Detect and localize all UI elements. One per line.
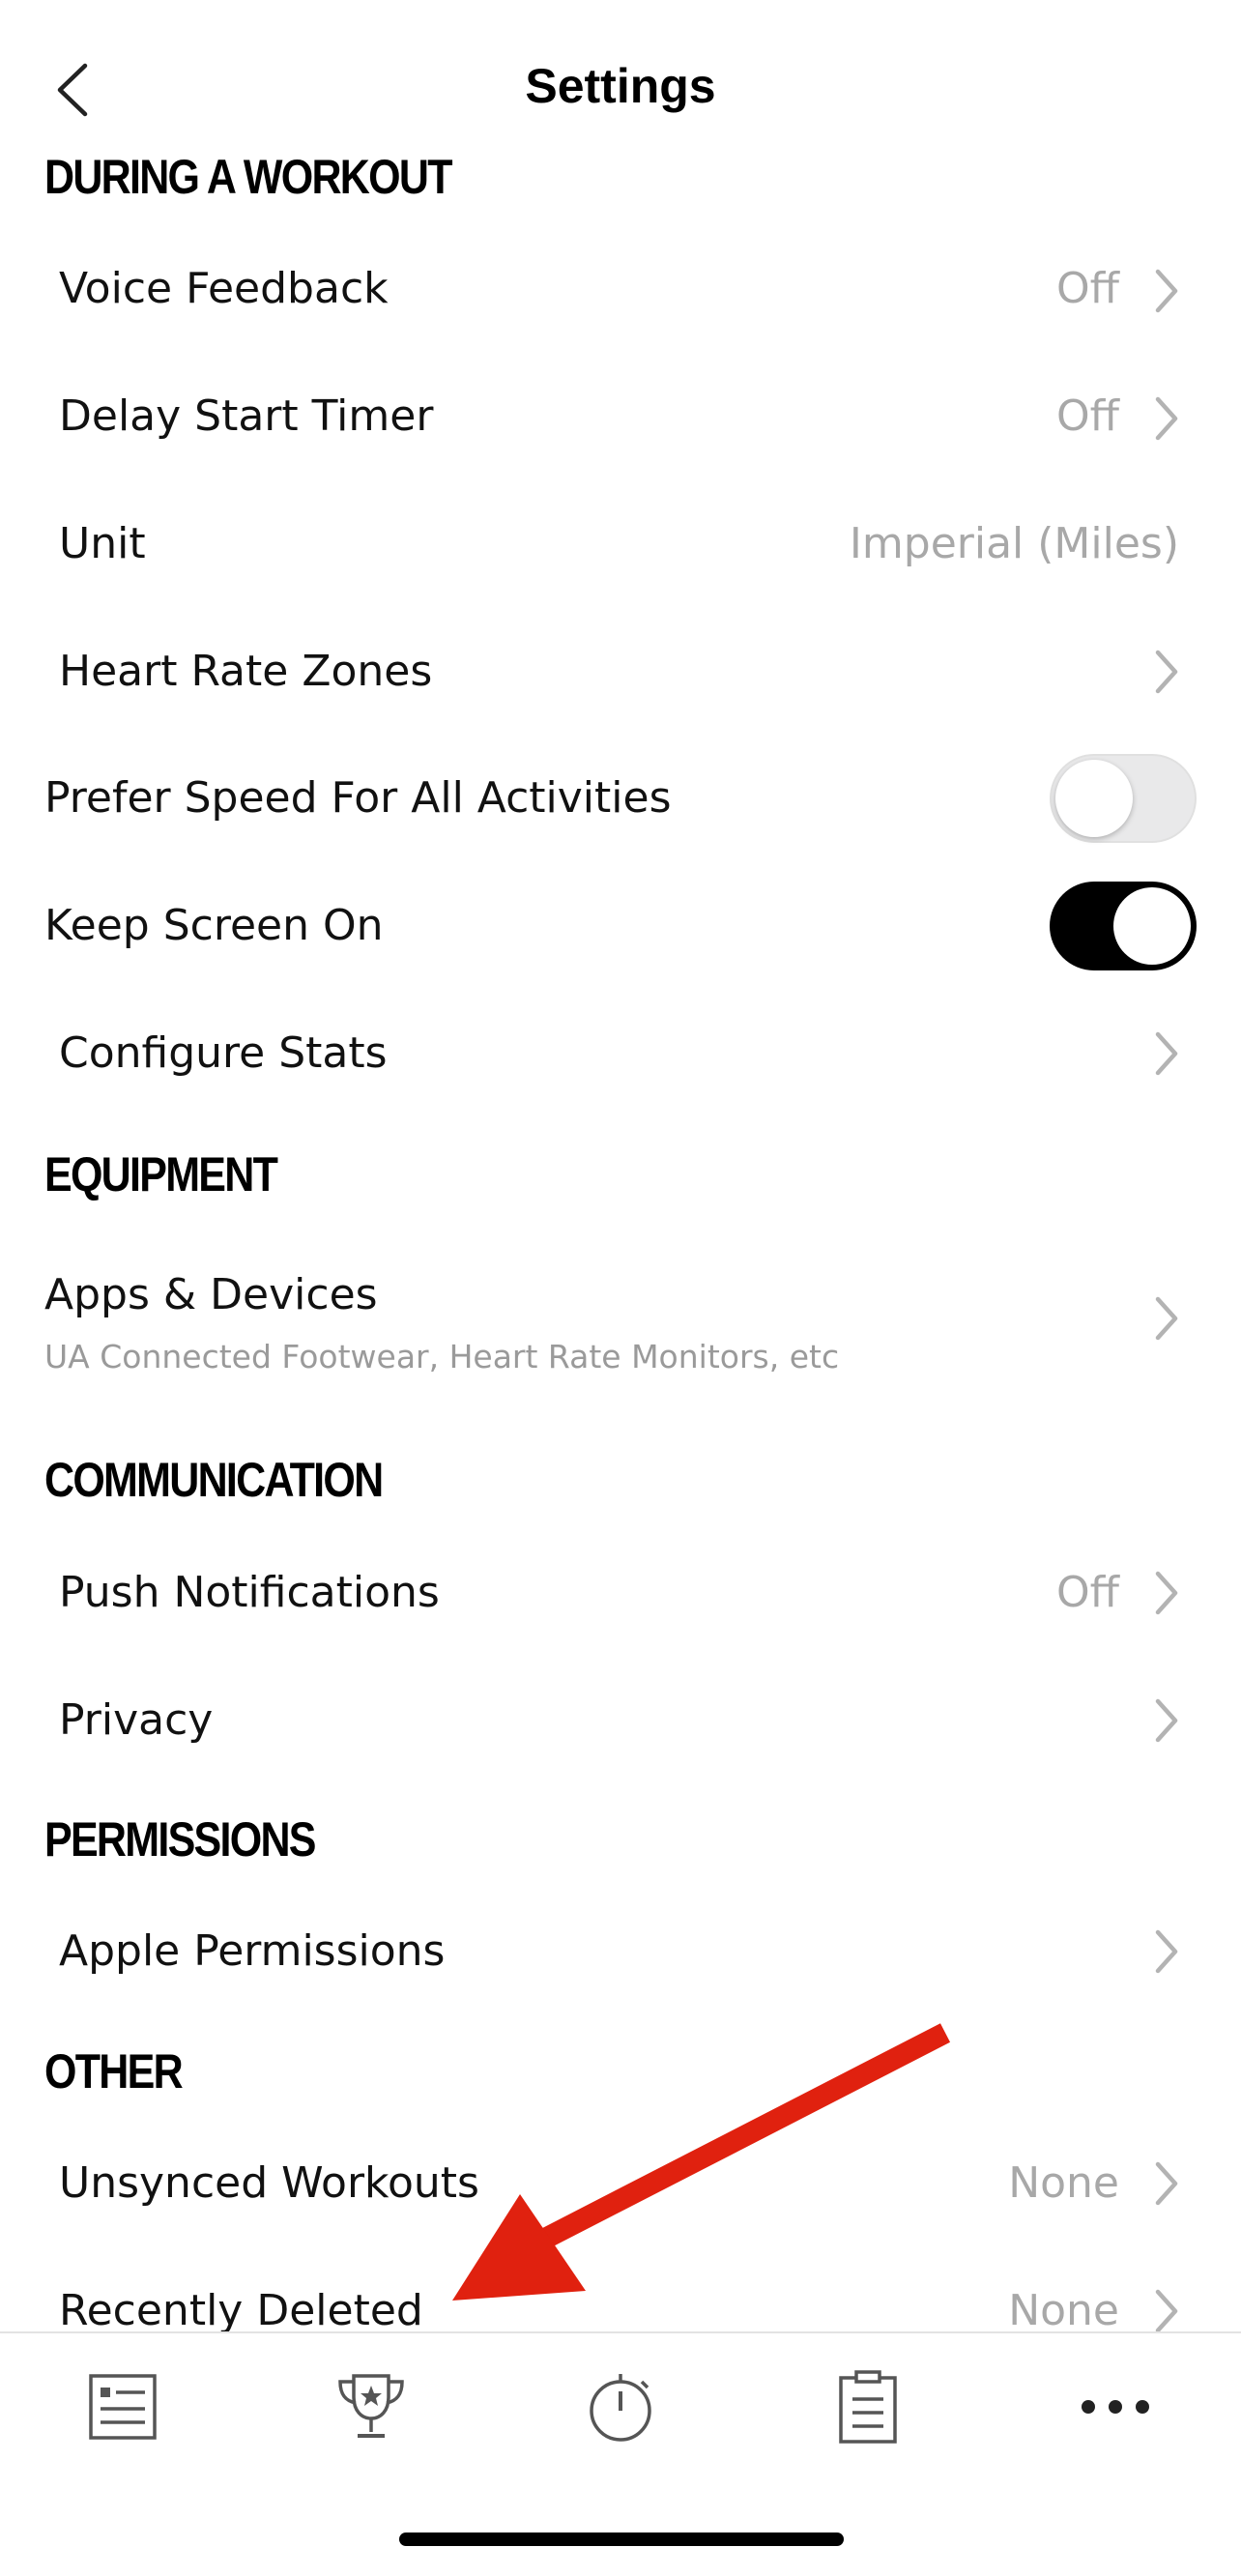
privacy-row[interactable]: Privacy xyxy=(0,1678,1241,1765)
chevron-right-icon xyxy=(1155,2289,1178,2333)
recently-deleted-value: None xyxy=(1008,2286,1119,2335)
clipboard-icon[interactable] xyxy=(829,2368,907,2446)
voice-feedback-label: Voice Feedback xyxy=(59,264,389,313)
configure-stats-row[interactable]: Configure Stats xyxy=(0,1011,1241,1098)
delay-start-timer-value: Off xyxy=(1056,391,1119,441)
section-header-during-workout: DURING A WORKOUT xyxy=(44,150,452,204)
push-notifications-label: Push Notifications xyxy=(59,1568,440,1617)
toggle-knob xyxy=(1055,760,1133,837)
prefer-speed-label: Prefer Speed For All Activities xyxy=(44,773,672,823)
unsynced-workouts-row[interactable]: Unsynced Workouts None xyxy=(0,2141,1241,2228)
prefer-speed-toggle[interactable] xyxy=(1050,754,1197,843)
section-header-permissions: PERMISSIONS xyxy=(44,1812,316,1867)
keep-screen-on-label: Keep Screen On xyxy=(44,901,384,950)
push-notifications-row[interactable]: Push Notifications Off xyxy=(0,1550,1241,1637)
trophy-icon[interactable] xyxy=(332,2368,410,2446)
delay-start-timer-label: Delay Start Timer xyxy=(59,391,434,441)
push-notifications-value: Off xyxy=(1056,1568,1119,1617)
keep-screen-on-row: Keep Screen On xyxy=(0,880,1241,976)
voice-feedback-row[interactable]: Voice Feedback Off xyxy=(0,246,1241,333)
unsynced-workouts-value: None xyxy=(1008,2158,1119,2208)
chevron-right-icon xyxy=(1155,269,1178,313)
configure-stats-label: Configure Stats xyxy=(59,1028,388,1078)
chevron-right-icon xyxy=(1155,1698,1178,1743)
prefer-speed-row: Prefer Speed For All Activities xyxy=(0,752,1241,849)
apple-permissions-label: Apple Permissions xyxy=(59,1926,446,1976)
unit-row[interactable]: Unit Imperial (Miles) xyxy=(0,502,1241,589)
chevron-right-icon xyxy=(1155,1031,1178,1076)
chevron-right-icon xyxy=(1155,650,1178,694)
apps-devices-subtitle: UA Connected Footwear, Heart Rate Monito… xyxy=(44,1338,840,1375)
unsynced-workouts-label: Unsynced Workouts xyxy=(59,2158,479,2208)
toggle-knob xyxy=(1113,887,1191,965)
feed-icon[interactable] xyxy=(85,2368,162,2446)
privacy-label: Privacy xyxy=(59,1695,214,1745)
more-icon[interactable] xyxy=(1077,2368,1154,2446)
chevron-right-icon xyxy=(1155,1929,1178,1974)
recently-deleted-label: Recently Deleted xyxy=(59,2286,423,2335)
section-header-equipment: EQUIPMENT xyxy=(44,1147,278,1201)
heart-rate-zones-label: Heart Rate Zones xyxy=(59,647,433,696)
heart-rate-zones-row[interactable]: Heart Rate Zones xyxy=(0,629,1241,716)
keep-screen-on-toggle[interactable] xyxy=(1050,882,1197,970)
stopwatch-icon[interactable] xyxy=(582,2368,659,2446)
apps-devices-label: Apps & Devices xyxy=(44,1270,378,1319)
section-header-other: OTHER xyxy=(44,2044,184,2098)
chevron-right-icon xyxy=(1155,1571,1178,1615)
section-header-communication: COMMUNICATION xyxy=(44,1453,384,1507)
chevron-right-icon xyxy=(1155,396,1178,441)
unit-value: Imperial (Miles) xyxy=(849,519,1179,568)
voice-feedback-value: Off xyxy=(1056,264,1119,313)
apps-devices-row[interactable]: Apps & Devices UA Connected Footwear, He… xyxy=(0,1257,1241,1392)
chevron-right-icon xyxy=(1155,2161,1178,2206)
unit-label: Unit xyxy=(59,519,146,568)
apple-permissions-row[interactable]: Apple Permissions xyxy=(0,1909,1241,1996)
page-title: Settings xyxy=(525,59,716,113)
chevron-right-icon xyxy=(1155,1296,1178,1341)
delay-start-timer-row[interactable]: Delay Start Timer Off xyxy=(0,374,1241,461)
home-indicator[interactable] xyxy=(399,2533,844,2546)
